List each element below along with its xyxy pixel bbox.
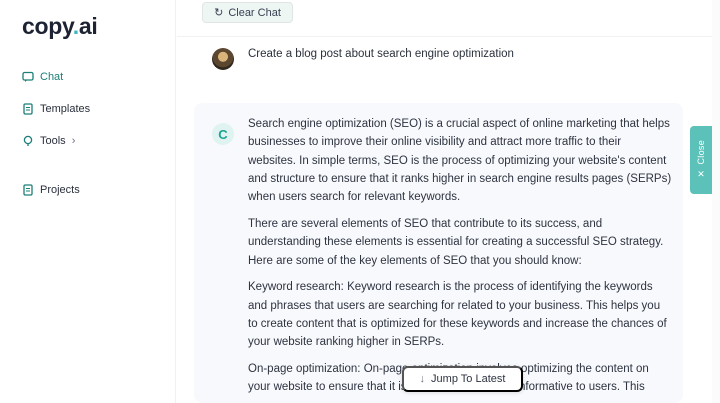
refresh-icon: ↻ <box>214 7 224 19</box>
clear-chat-button[interactable]: ↻ Clear Chat <box>202 2 293 23</box>
close-icon: ✕ <box>697 168 705 179</box>
ai-avatar: C <box>212 123 234 145</box>
jump-to-latest-button[interactable]: ↓ Jump To Latest <box>402 366 523 392</box>
close-panel-tab[interactable]: Close ✕ <box>690 126 712 194</box>
user-message: Create a blog post about search engine o… <box>212 48 514 70</box>
user-avatar <box>212 48 234 70</box>
document-icon <box>22 103 34 115</box>
clear-chat-label: Clear Chat <box>228 6 281 19</box>
folder-icon <box>22 184 34 196</box>
sidebar-item-label: Templates <box>40 103 91 115</box>
sidebar-item-tools[interactable]: Tools › <box>22 132 172 150</box>
ai-paragraph: Search engine optimization (SEO) is a cr… <box>248 118 672 204</box>
sidebar-item-label: Tools <box>40 135 66 147</box>
chevron-right-icon: › <box>71 135 76 147</box>
arrow-down-icon: ↓ <box>419 373 426 385</box>
sidebar-nav: Chat Templates Tools › Projects <box>22 68 172 213</box>
sidebar-item-label: Projects <box>40 184 80 196</box>
divider <box>177 36 720 37</box>
copy-ai-logo[interactable]: copy.ai <box>22 13 98 40</box>
sidebar-item-projects[interactable]: Projects <box>22 181 172 199</box>
user-message-text: Create a blog post about search engine o… <box>248 48 514 60</box>
sidebar-item-label: Chat <box>40 71 64 83</box>
close-label: Close <box>696 140 706 165</box>
ai-response-text: Search engine optimization (SEO) is a cr… <box>248 115 672 403</box>
ai-paragraph: There are several elements of SEO that c… <box>248 217 664 267</box>
sidebar-item-chat[interactable]: Chat <box>22 68 172 86</box>
sidebar: copy.ai Chat Templates Tools › Projects <box>0 0 176 403</box>
chat-bubble-icon <box>22 71 34 83</box>
sidebar-item-templates[interactable]: Templates <box>22 100 172 118</box>
ai-paragraph: Keyword research: Keyword research is th… <box>248 281 667 349</box>
jump-label: Jump To Latest <box>431 373 506 385</box>
ai-response: C Search engine optimization (SEO) is a … <box>194 103 683 403</box>
scrollbar[interactable] <box>712 0 720 403</box>
bulb-icon <box>22 135 34 147</box>
